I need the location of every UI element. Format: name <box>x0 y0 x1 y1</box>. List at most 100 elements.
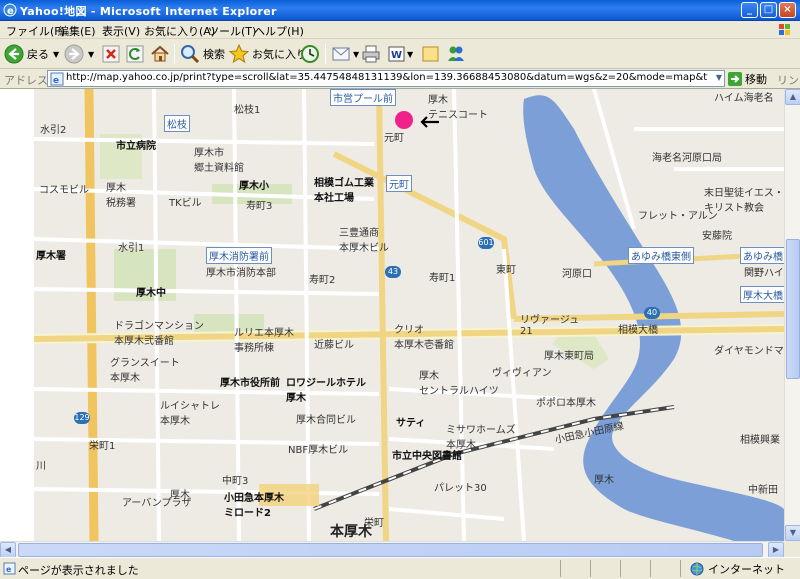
page-done-icon: e <box>3 562 16 575</box>
minimize-button[interactable]: _ <box>741 2 758 18</box>
menu-help[interactable]: ヘルプ(H) <box>254 23 304 39</box>
map-label: ヴィヴィアン <box>492 368 552 379</box>
svg-text:e: e <box>6 565 12 574</box>
map-label: 相模大橋 <box>618 325 658 336</box>
home-button[interactable] <box>150 43 170 65</box>
map-label: 栄町1 <box>89 441 116 452</box>
menu-view[interactable]: 表示(V) <box>102 23 140 39</box>
chevron-down-icon: ▼ <box>353 49 360 59</box>
menu-file[interactable]: ファイル(F) <box>6 23 65 39</box>
station-label: 本厚木 <box>330 524 372 540</box>
menu-favorites[interactable]: お気に入り(A) <box>144 23 215 39</box>
map-label: コスモビル <box>39 185 89 196</box>
map-label: 厚木市 郷土資料館 <box>194 148 244 174</box>
menu-tools[interactable]: ツール(T) <box>208 23 256 39</box>
map-label: 厚木市役所前 <box>220 378 280 389</box>
vertical-scrollbar[interactable]: ▲ ▼ <box>784 89 800 541</box>
window-title: Yahoo!地図 - Microsoft Internet Explorer <box>20 5 277 18</box>
map-label: クリオ 本厚木壱番館 <box>394 325 454 351</box>
map-label: 河原口 <box>562 269 592 280</box>
printer-icon <box>362 45 380 63</box>
map-label: TKビル <box>169 198 202 209</box>
map-label: ロワジールホテル 厚木 <box>286 378 366 404</box>
horizontal-scrollbar[interactable]: ◀ ▶ <box>0 541 784 558</box>
map-label: 相模ゴム工業 本社工場 <box>314 178 374 204</box>
forward-button[interactable]: ▼ <box>64 43 94 65</box>
map-label: 厚木 テニスコート <box>428 95 488 121</box>
mail-button[interactable]: ▼ <box>331 43 359 65</box>
history-icon <box>301 45 319 63</box>
status-text: ページが表示されました <box>18 564 139 577</box>
map-label: 厚木市消防本部 <box>206 268 276 279</box>
print-button[interactable] <box>361 43 381 65</box>
ie-window: e Yahoo!地図 - Microsoft Internet Explorer… <box>0 0 800 579</box>
forward-arrow-icon <box>64 44 84 64</box>
map-label: 厚木小 <box>239 181 269 192</box>
map-label: ポポロ本厚木 <box>536 398 596 409</box>
route-129-shield: 129 <box>74 412 90 424</box>
map-label: 厚木 セントラルハイツ <box>419 371 499 397</box>
refresh-button[interactable] <box>126 43 144 65</box>
scroll-down-button[interactable]: ▼ <box>785 525 800 541</box>
map-label: ダイヤモンドマ <box>714 346 784 357</box>
back-button[interactable]: 戻る ▼ <box>4 43 59 65</box>
map-label: 関野ハイツ <box>744 268 784 279</box>
map-label: 海老名河原口局 <box>652 153 722 164</box>
scroll-right-button[interactable]: ▶ <box>768 542 784 558</box>
search-icon <box>181 45 200 64</box>
stop-button[interactable] <box>102 43 120 65</box>
map-label: 松枝1 <box>234 105 261 116</box>
chevron-down-icon: ▼ <box>53 49 60 59</box>
chevron-down-icon: ▼ <box>88 49 95 59</box>
map-label: NBF厚木ビル <box>288 445 349 456</box>
map-label: 厚木 <box>170 490 190 501</box>
address-bar: アドレス(D) e http://map.yahoo.co.jp/print?t… <box>0 69 800 103</box>
map-label: 寿町3 <box>246 201 273 212</box>
svg-text:e: e <box>53 76 59 86</box>
map-label: 三豊通商 本厚木ビル <box>339 228 389 254</box>
go-button[interactable]: 移動 <box>728 71 767 87</box>
discuss-button[interactable] <box>421 43 441 65</box>
map-label: 元町 <box>386 175 412 192</box>
search-button[interactable]: 検索 <box>180 43 225 65</box>
map-label: 寿町2 <box>309 275 336 286</box>
maximize-button[interactable]: □ <box>760 2 777 18</box>
map-label: あゆみ橋東側 <box>628 247 694 264</box>
map-label: ハイム海老名 <box>714 93 774 104</box>
route-601-shield: 601 <box>478 237 494 249</box>
map-label: サティ <box>396 418 426 429</box>
home-icon <box>151 45 169 62</box>
chevron-down-icon[interactable]: ▼ <box>716 73 722 82</box>
route-40-shield: 40 <box>644 307 660 319</box>
close-button[interactable]: × <box>779 2 796 18</box>
map-label: 厚木署 <box>36 251 66 262</box>
status-bar: e ページが表示されました インターネット <box>0 557 800 579</box>
map-label: 厚木大橋 <box>740 286 784 303</box>
map-label: フレット・アルン <box>638 211 718 222</box>
map-label: 厚木合同ビル <box>296 415 356 426</box>
back-arrow-icon <box>4 44 24 64</box>
menu-edit[interactable]: 編集(E) <box>58 23 96 39</box>
horizontal-scroll-thumb[interactable] <box>18 543 763 557</box>
page-content: 43 601 40 129 水引2 市立病院 松枝 松枝1 厚木市 郷土資料館 … <box>0 89 784 541</box>
edit-button[interactable]: W ▼ <box>387 43 413 65</box>
history-button[interactable] <box>300 43 320 65</box>
map-label: ドラゴンマンション 本厚木弐番館 <box>114 321 204 347</box>
map-label: 東町 <box>496 265 516 276</box>
scroll-left-button[interactable]: ◀ <box>0 542 16 558</box>
address-input[interactable]: e http://map.yahoo.co.jp/print?type=scro… <box>47 70 725 87</box>
vertical-scroll-thumb[interactable] <box>786 239 800 379</box>
star-icon <box>229 44 249 64</box>
scroll-up-button[interactable]: ▲ <box>785 89 800 105</box>
favorites-button[interactable]: お気に入り <box>229 43 307 65</box>
note-icon <box>422 46 439 62</box>
map-label: 小田急本厚木 ミロード2 <box>224 493 284 519</box>
ie-app-icon: e <box>3 3 17 17</box>
scrollbar-corner <box>784 541 800 557</box>
svg-text:W: W <box>391 50 402 61</box>
map-label: 市立病院 <box>116 141 156 152</box>
map-label: 水引1 <box>118 243 145 254</box>
map-label: 水引2 <box>40 125 67 136</box>
messenger-button[interactable] <box>445 43 467 65</box>
map-canvas[interactable]: 43 601 40 129 水引2 市立病院 松枝 松枝1 厚木市 郷土資料館 … <box>34 89 784 541</box>
